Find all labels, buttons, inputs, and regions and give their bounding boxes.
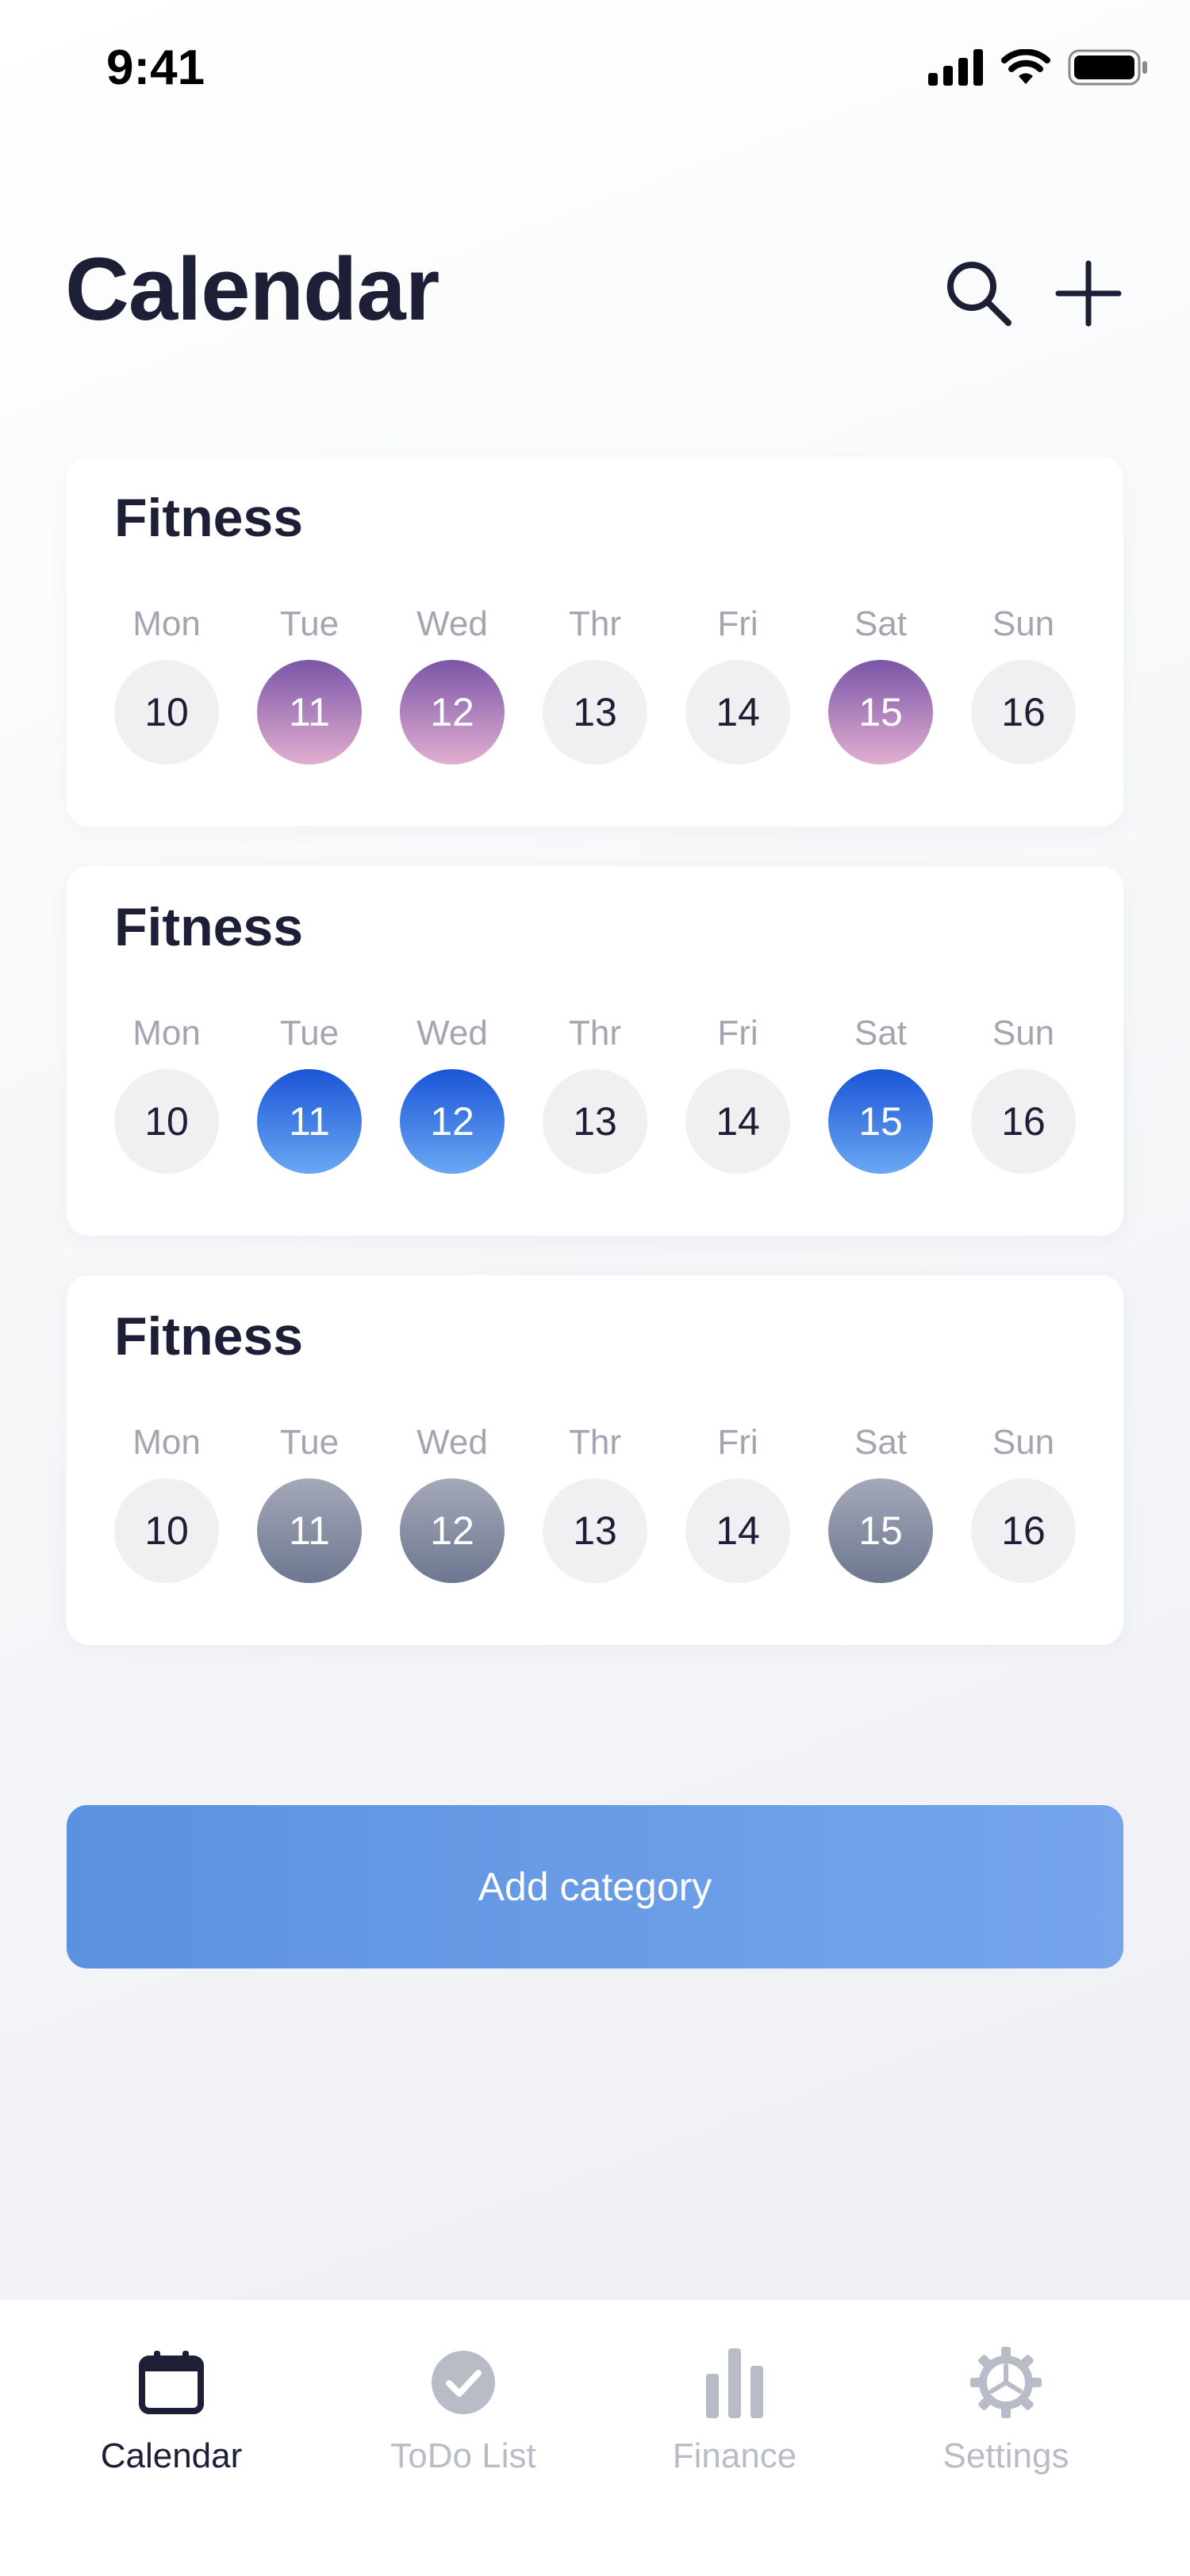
day-unmarked[interactable]: 16 [971, 660, 1076, 765]
card-title: Fitness [114, 897, 304, 957]
category-card[interactable]: Fitness Mon 10 Tue 11 Wed 12 Thr 13 Fri 14 Sat 15 Sun… [67, 1275, 1123, 1645]
day-unmarked[interactable]: 14 [685, 1069, 790, 1174]
category-card[interactable]: Fitness Mon 10 Tue 11 Wed 12 Thr 13 Fri 14 Sat 15 Sun… [67, 457, 1123, 826]
plus-icon [1055, 260, 1122, 331]
day-label: Thr [569, 1423, 621, 1462]
day-label: Sun [992, 1014, 1055, 1052]
add-button[interactable] [1049, 255, 1128, 335]
day-label: Tue [279, 604, 340, 643]
day-unmarked[interactable]: 16 [971, 1069, 1076, 1174]
tab-label-finance: Finance [672, 2436, 797, 2475]
day-label: Tue [279, 1014, 340, 1052]
day-label: Mon [132, 604, 201, 643]
day-unmarked[interactable]: 10 [114, 1069, 219, 1174]
tab-finance[interactable]: Finance [616, 2343, 854, 2476]
check-circle-icon [424, 2343, 503, 2422]
day-marked[interactable]: 11 [257, 660, 362, 765]
status-bar: 9:41 [0, 0, 1190, 143]
gear-icon [966, 2343, 1046, 2422]
add-category-button[interactable]: Add category [67, 1805, 1123, 1968]
tab-bar: Calendar ToDo List Finance Settings [0, 2300, 1190, 2576]
card-title: Fitness [114, 1306, 304, 1367]
day-marked[interactable]: 15 [828, 1478, 933, 1583]
day-marked[interactable]: 15 [828, 1069, 933, 1174]
card-title: Fitness [114, 488, 304, 548]
tab-todo-list[interactable]: ToDo List [344, 2343, 582, 2476]
day-unmarked[interactable]: 10 [114, 1478, 219, 1583]
wifi-icon [1001, 48, 1050, 90]
day-label: Wed [416, 1014, 488, 1052]
day-label: Mon [132, 1014, 201, 1052]
tab-label-calendar: Calendar [100, 2436, 243, 2475]
day-label: Fri [717, 1014, 758, 1052]
day-marked[interactable]: 12 [400, 660, 505, 765]
tab-label-settings: Settings [942, 2436, 1069, 2475]
day-unmarked[interactable]: 16 [971, 1478, 1076, 1583]
day-marked[interactable]: 11 [257, 1069, 362, 1174]
day-label: Fri [717, 604, 758, 643]
day-label: Sat [854, 604, 908, 643]
day-unmarked[interactable]: 14 [685, 1478, 790, 1583]
day-unmarked[interactable]: 10 [114, 660, 219, 765]
day-unmarked[interactable]: 14 [685, 660, 790, 765]
day-label: Tue [279, 1423, 340, 1462]
day-label: Sun [992, 1423, 1055, 1462]
signal-icon [928, 49, 984, 90]
day-label: Thr [569, 604, 621, 643]
day-label: Fri [717, 1423, 758, 1462]
search-button[interactable] [939, 255, 1019, 335]
status-icons [928, 48, 1149, 90]
tab-label-todo-list: ToDo List [390, 2436, 536, 2475]
bar-chart-icon [695, 2343, 774, 2422]
day-label: Sat [854, 1014, 908, 1052]
tab-settings[interactable]: Settings [887, 2343, 1125, 2476]
day-marked[interactable]: 11 [257, 1478, 362, 1583]
day-label: Wed [416, 604, 488, 643]
day-label: Thr [569, 1014, 621, 1052]
calendar-icon [132, 2343, 211, 2422]
day-label: Sun [992, 604, 1055, 643]
search-icon [943, 258, 1015, 333]
tab-calendar[interactable]: Calendar [52, 2343, 290, 2476]
page-title: Calendar [65, 240, 440, 339]
day-label: Sat [854, 1423, 908, 1462]
day-label: Mon [132, 1423, 201, 1462]
category-card[interactable]: Fitness Mon 10 Tue 11 Wed 12 Thr 13 Fri 14 Sat 15 Sun… [67, 866, 1123, 1236]
day-unmarked[interactable]: 13 [543, 1478, 647, 1583]
status-time: 9:41 [106, 40, 205, 95]
day-marked[interactable]: 12 [400, 1478, 505, 1583]
day-marked[interactable]: 15 [828, 660, 933, 765]
day-unmarked[interactable]: 13 [543, 1069, 647, 1174]
day-marked[interactable]: 12 [400, 1069, 505, 1174]
day-unmarked[interactable]: 13 [543, 660, 647, 765]
day-label: Wed [416, 1423, 488, 1462]
battery-icon [1068, 49, 1149, 90]
